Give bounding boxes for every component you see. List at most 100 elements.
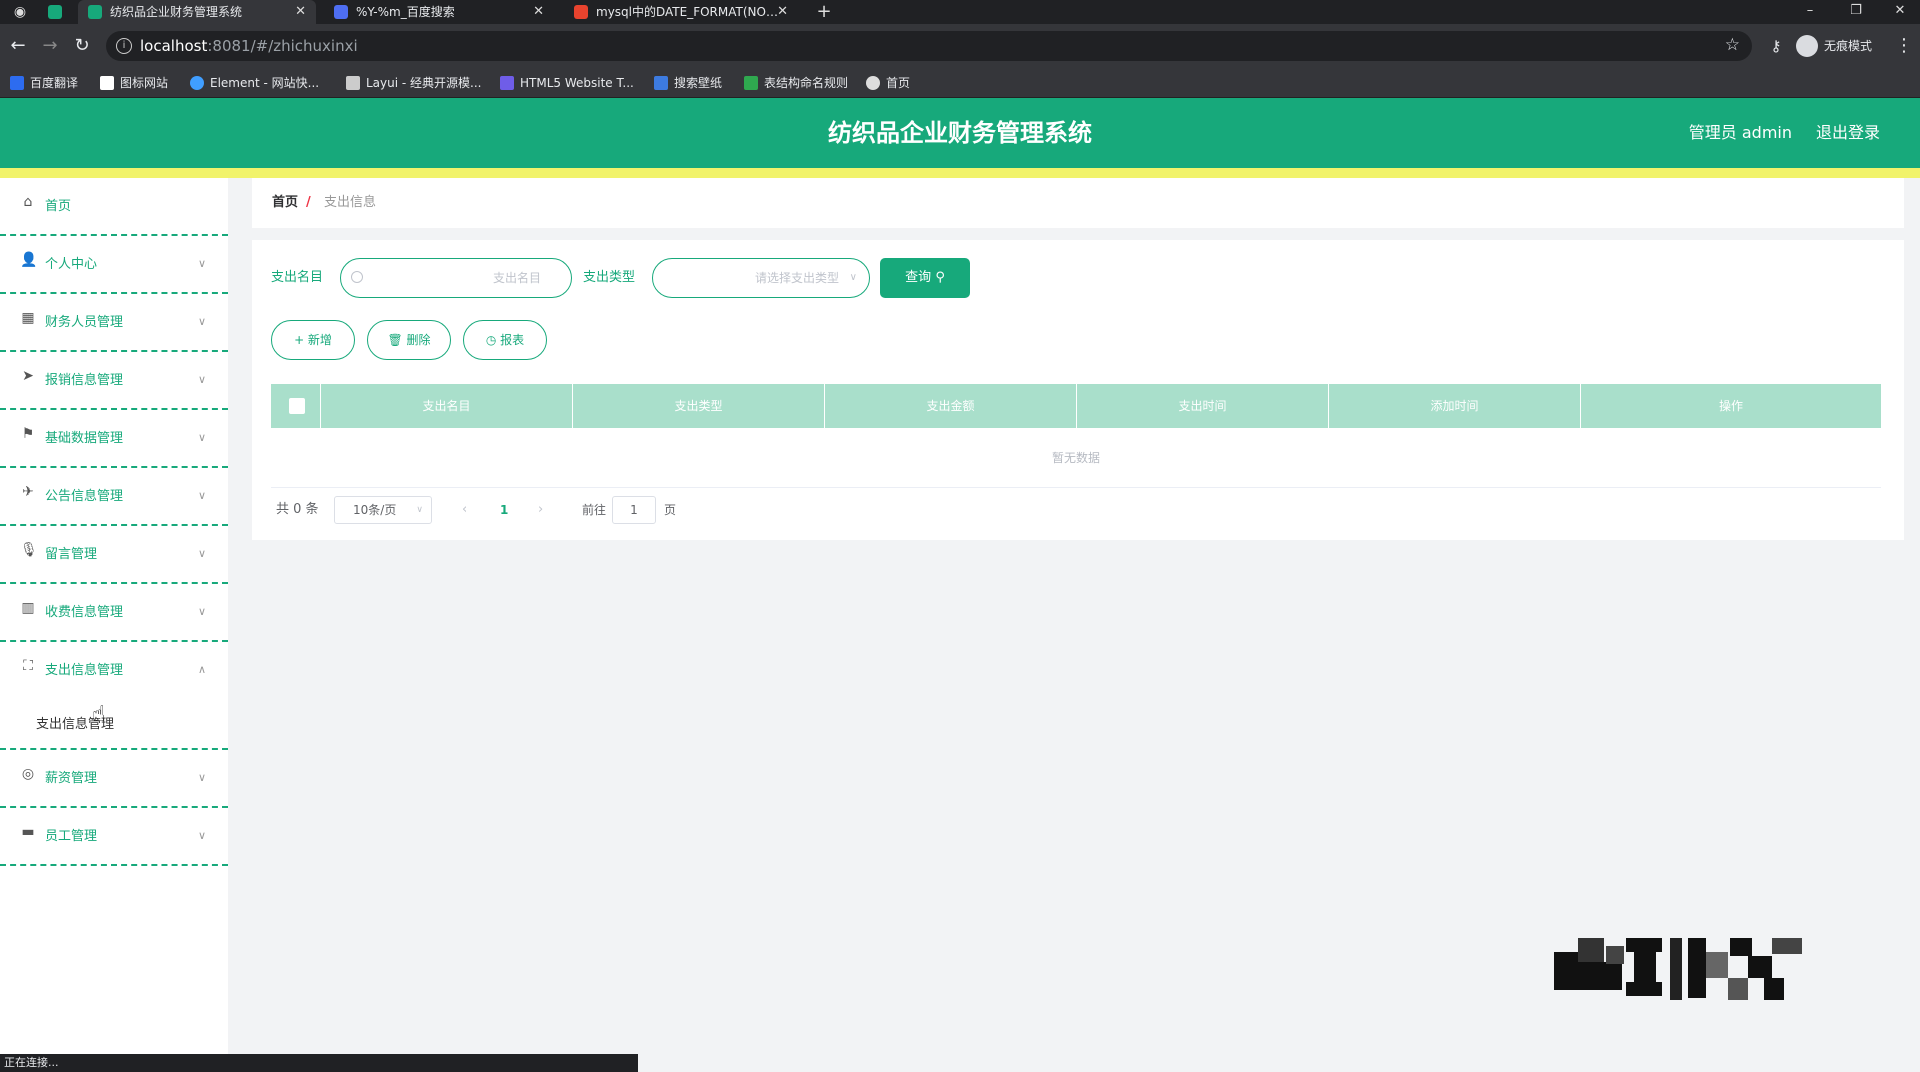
bookmark-item[interactable]: 搜索壁纸 <box>654 68 722 98</box>
element-icon <box>190 76 204 90</box>
sidebar-item-salary[interactable]: ◎ 薪资管理 ∨ <box>0 750 228 808</box>
tab-baidu[interactable]: %Y-%m_百度搜索 ✕ <box>324 0 554 24</box>
bookmark-item[interactable]: Element - 网站快... <box>190 68 319 98</box>
key-icon[interactable]: ⚷ <box>1764 34 1788 58</box>
breadcrumb-current: 支出信息 <box>324 195 377 210</box>
tab-mysql[interactable]: mysql中的DATE_FORMAT(NO… ✕ <box>564 0 798 24</box>
goto-page-input[interactable]: 1 <box>612 496 656 524</box>
restore-icon[interactable]: ❐ <box>1836 0 1876 24</box>
status-bar: 正在连接... <box>0 1054 638 1072</box>
empty-text: 暂无数据 <box>1051 451 1100 465</box>
more-icon[interactable]: ⋮ <box>1892 34 1916 58</box>
sidebar-item-label: 公告信息管理 <box>45 489 124 504</box>
sidebar-item-label: 支出信息管理 <box>45 663 124 678</box>
bookmarks-bar: 百度翻译 图标网站 Element - 网站快... Layui - 经典开源模… <box>0 68 1920 98</box>
search-icon <box>351 271 363 283</box>
add-button[interactable]: + 新增 <box>271 320 355 360</box>
fullscreen-icon: ⛶ <box>23 658 33 674</box>
browser-tab-bar: ◉ 纺织品企业财务管理系统 ✕ %Y-%m_百度搜索 ✕ mysql中的DATE… <box>0 0 1920 24</box>
bookmark-item[interactable]: Layui - 经典开源模... <box>346 68 481 98</box>
incognito-indicator[interactable]: 无痕模式 <box>1796 34 1872 58</box>
next-page-button[interactable]: › <box>538 496 543 524</box>
watermark-logo <box>1554 938 1824 1014</box>
name-search-input[interactable]: 支出名目 <box>340 258 572 298</box>
page-size-select[interactable]: 10条/页 ∨ <box>334 496 432 524</box>
select-all-checkbox[interactable] <box>289 398 305 414</box>
tab-title: %Y-%m_百度搜索 <box>356 5 455 19</box>
sidebar-item-finance-staff[interactable]: ▦ 财务人员管理 ∨ <box>0 294 228 352</box>
url-input[interactable]: i localhost:8081/#/zhichuxinxi ☆ <box>106 31 1752 61</box>
type-select[interactable]: 请选择支出类型 ∨ <box>652 258 870 298</box>
translate-icon <box>10 76 24 90</box>
sidebar-item-income[interactable]: ▥ 收费信息管理 ∨ <box>0 584 228 642</box>
table-header: 支出名目 支出类型 支出金额 支出时间 添加时间 操作 <box>271 384 1881 428</box>
reload-icon[interactable]: ↻ <box>70 34 94 58</box>
sidebar-item-label: 首页 <box>45 199 72 214</box>
sidebar-item-label: 薪资管理 <box>45 771 98 786</box>
clock-icon: ◷ <box>485 333 497 347</box>
delete-button[interactable]: 🗑 删除 <box>367 320 451 360</box>
chevron-down-icon: ∨ <box>849 272 857 283</box>
breadcrumb-home[interactable]: 首页 <box>272 178 298 228</box>
flag-icon <box>100 76 114 90</box>
home-icon: ⌂ <box>23 194 33 210</box>
sidebar-item-notice[interactable]: ✈ 公告信息管理 ∨ <box>0 468 228 526</box>
close-icon[interactable]: ✕ <box>295 0 306 24</box>
close-icon[interactable]: ✕ <box>777 0 788 24</box>
app-header: 纺织品企业财务管理系统 管理员 admin 退出登录 <box>0 98 1920 168</box>
tab-app[interactable]: 纺织品企业财务管理系统 ✕ <box>78 0 316 24</box>
chevron-down-icon: ∨ <box>416 505 423 515</box>
mouse-pointer-icon: ☝ <box>92 702 106 727</box>
back-icon[interactable]: ← <box>6 34 30 58</box>
sidebar-item-label: 收费信息管理 <box>45 605 124 620</box>
logout-link[interactable]: 退出登录 <box>1816 98 1880 168</box>
current-page[interactable]: 1 <box>500 496 508 524</box>
report-button[interactable]: ◷ 报表 <box>463 320 547 360</box>
close-icon[interactable]: ✕ <box>533 0 544 24</box>
chart-icon: ▥ <box>21 600 35 616</box>
sidebar-item-expense[interactable]: ⛶ 支出信息管理 ∧ <box>0 642 228 700</box>
vue-icon <box>88 5 102 19</box>
incognito-icon <box>1796 35 1818 57</box>
incognito-label: 无痕模式 <box>1824 39 1873 53</box>
chevron-down-icon: ∨ <box>197 547 206 560</box>
info-icon[interactable]: i <box>116 38 132 54</box>
prev-page-button[interactable]: ‹ <box>462 496 467 524</box>
expense-table: 支出名目 支出类型 支出金额 支出时间 添加时间 操作 暂无数据 <box>271 384 1881 488</box>
pinned-tab-icon[interactable] <box>48 5 62 19</box>
column-header: 支出金额 <box>825 384 1077 428</box>
sidebar: ⌂ 首页 👤 个人中心 ∨ ▦ 财务人员管理 ∨ ➤ 报销信息管理 ∨ ⚑ 基础… <box>0 178 228 1058</box>
column-header: 支出类型 <box>573 384 825 428</box>
select-all-column <box>271 384 321 428</box>
star-icon[interactable]: ☆ <box>1725 35 1740 55</box>
bookmark-item[interactable]: 表结构命名规则 <box>744 68 848 98</box>
column-header: 添加时间 <box>1329 384 1581 428</box>
chevron-down-icon: ∨ <box>197 829 206 842</box>
bookmark-item[interactable]: 首页 <box>866 68 910 98</box>
window-close-icon[interactable]: ✕ <box>1880 0 1920 24</box>
bookmark-item[interactable]: 图标网站 <box>100 68 168 98</box>
total-count: 共 0 条 <box>276 502 319 517</box>
browser-menu-icon[interactable]: ◉ <box>10 2 30 22</box>
new-tab-icon[interactable]: + <box>814 2 834 22</box>
goto-label: 前往 <box>582 503 607 517</box>
query-button[interactable]: 查询 ⚲ <box>880 258 970 298</box>
sidebar-item-home[interactable]: ⌂ 首页 <box>0 178 228 236</box>
sidebar-item-base-data[interactable]: ⚑ 基础数据管理 ∨ <box>0 410 228 468</box>
bookmark-item[interactable]: 百度翻译 <box>10 68 78 98</box>
bookmark-item[interactable]: HTML5 Website T... <box>500 68 634 98</box>
breadcrumb: 首页 / 支出信息 <box>252 178 1904 228</box>
minimize-icon[interactable]: – <box>1790 0 1830 24</box>
type-label: 支出类型 <box>583 270 636 285</box>
forward-icon[interactable]: → <box>38 34 62 58</box>
sidebar-item-reimbursement[interactable]: ➤ 报销信息管理 ∨ <box>0 352 228 410</box>
type-placeholder: 请选择支出类型 <box>754 271 839 285</box>
header-accent-band <box>0 168 1920 178</box>
breadcrumb-separator: / <box>306 195 311 210</box>
globe-icon <box>866 76 880 90</box>
sidebar-item-label: 基础数据管理 <box>45 431 124 446</box>
empty-row: 暂无数据 <box>271 428 1881 488</box>
sidebar-item-messages[interactable]: 🎙 留言管理 ∨ <box>0 526 228 584</box>
sidebar-item-profile[interactable]: 👤 个人中心 ∨ <box>0 236 228 294</box>
sidebar-item-employee[interactable]: ▬ 员工管理 ∨ <box>0 808 228 866</box>
